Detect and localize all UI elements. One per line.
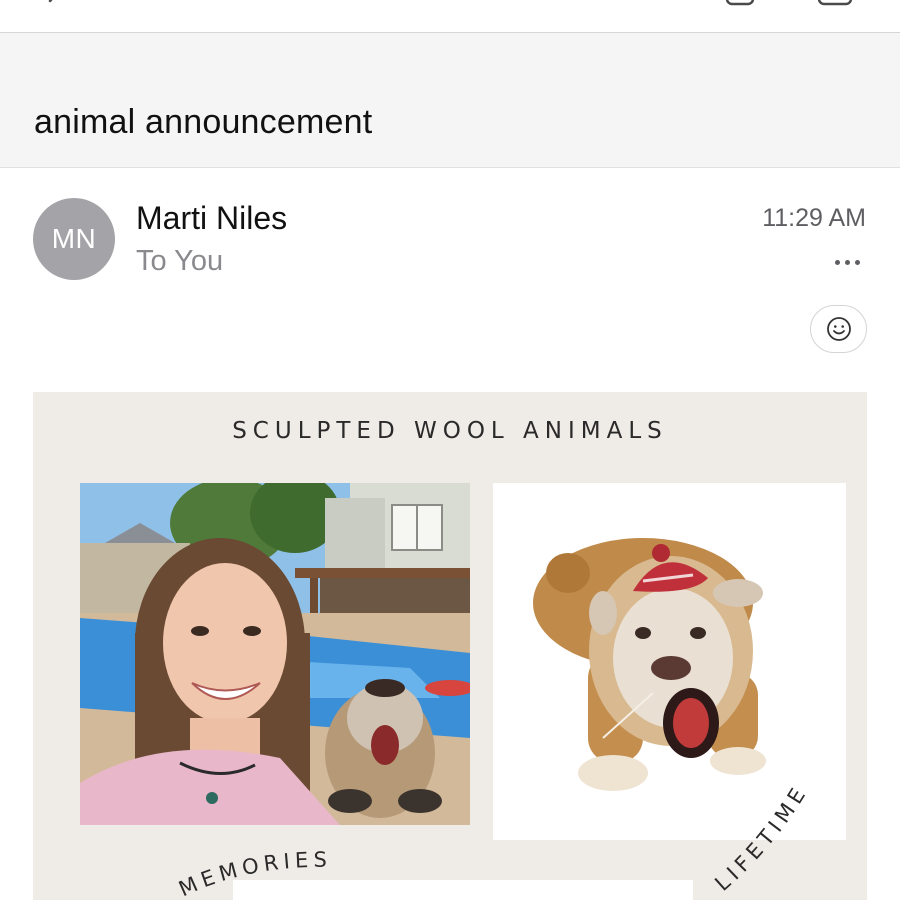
folder-icon[interactable] — [818, 0, 852, 8]
more-options-button[interactable] — [826, 252, 868, 272]
flyer-image[interactable]: SCULPTED WOOL ANIMALS MEMORIES LIFETIME — [33, 392, 867, 900]
flyer-bottom-card — [233, 880, 693, 900]
chevron-left-icon[interactable] — [40, 0, 70, 16]
email-subject: animal announcement — [34, 103, 373, 141]
photo-wool-lion — [493, 483, 846, 840]
more-dot — [854, 259, 860, 265]
smiley-icon — [826, 317, 851, 341]
react-button[interactable] — [810, 305, 867, 353]
recipient-line[interactable]: To You — [136, 245, 223, 278]
archive-icon[interactable] — [724, 0, 758, 8]
flyer-title: SCULPTED WOOL ANIMALS — [232, 418, 668, 444]
photo-girl-with-wool-lion — [80, 483, 470, 825]
more-horizontal-icon — [834, 259, 840, 265]
timestamp: 11:29 AM — [762, 204, 866, 232]
avatar[interactable]: MN — [33, 198, 115, 280]
top-navigation-bar — [0, 0, 900, 33]
more-dot — [844, 259, 850, 265]
subject-bar: animal announcement — [0, 33, 900, 168]
sender-name[interactable]: Marti Niles — [136, 200, 287, 237]
